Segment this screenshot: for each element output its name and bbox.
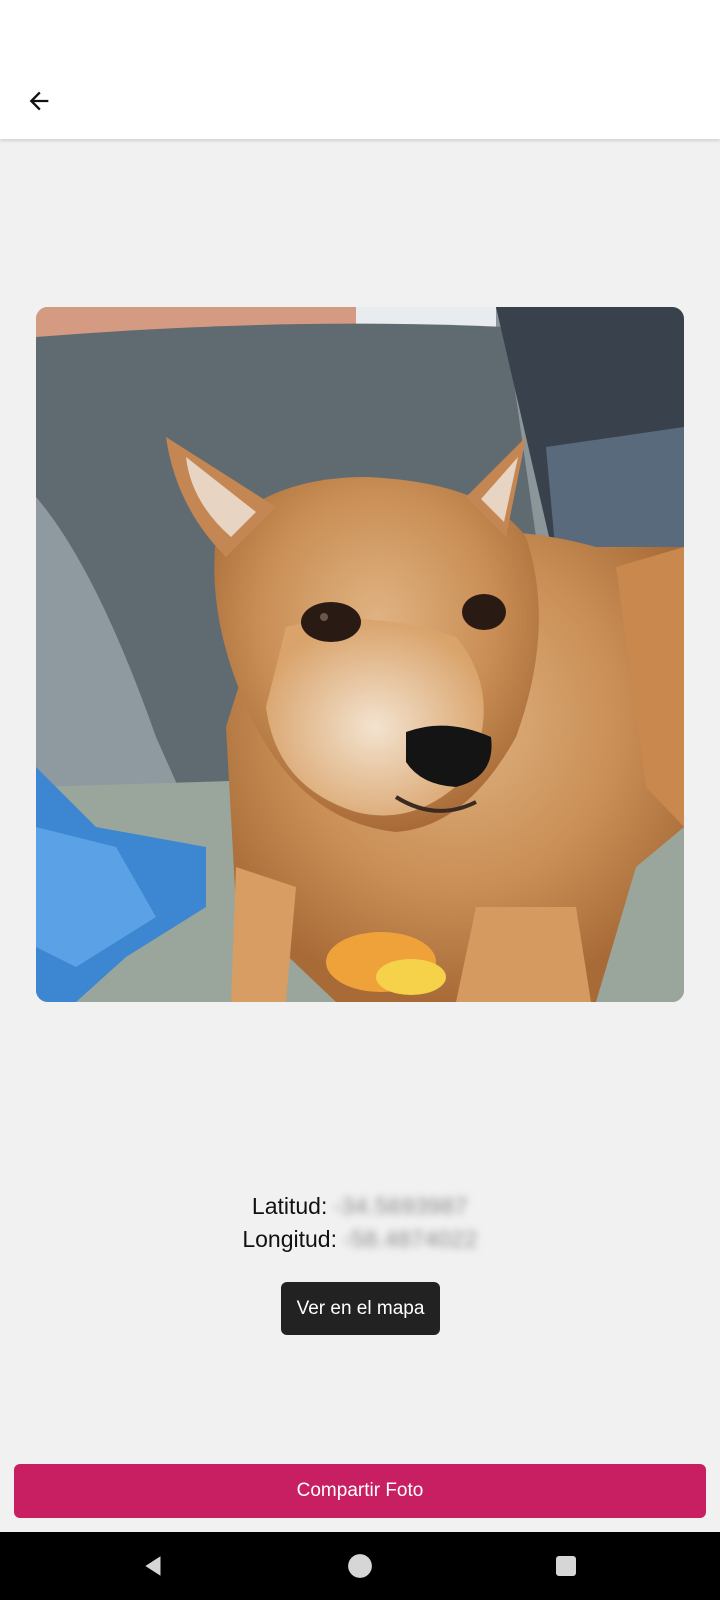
longitude-label: Longitud: (242, 1226, 337, 1252)
back-button[interactable] (14, 76, 64, 126)
square-recents-icon (556, 1556, 576, 1576)
photo-image (36, 307, 684, 1002)
share-photo-button[interactable]: Compartir Foto (14, 1464, 706, 1518)
system-nav-bar (0, 1532, 720, 1600)
latitude-row: Latitud: -34.5693987 (0, 1190, 720, 1223)
latitude-label: Latitud: (251, 1193, 328, 1219)
arrow-left-icon (29, 91, 49, 111)
latitude-value: -34.5693987 (333, 1193, 469, 1219)
nav-recents-button[interactable] (526, 1532, 606, 1600)
longitude-row: Longitud: -58.4874022 (0, 1223, 720, 1256)
app-bar (0, 0, 720, 139)
circle-home-icon (348, 1554, 372, 1578)
longitude-value: -58.4874022 (342, 1226, 478, 1252)
nav-back-button[interactable] (114, 1532, 194, 1600)
view-on-map-button[interactable]: Ver en el mapa (281, 1282, 440, 1335)
triangle-back-icon (145, 1556, 161, 1576)
dog-photo (36, 307, 684, 1002)
coordinates-block: Latitud: -34.5693987 Longitud: -58.48740… (0, 1190, 720, 1256)
photo-detail-screen: Latitud: -34.5693987 Longitud: -58.48740… (0, 0, 720, 1600)
nav-home-button[interactable] (320, 1532, 400, 1600)
